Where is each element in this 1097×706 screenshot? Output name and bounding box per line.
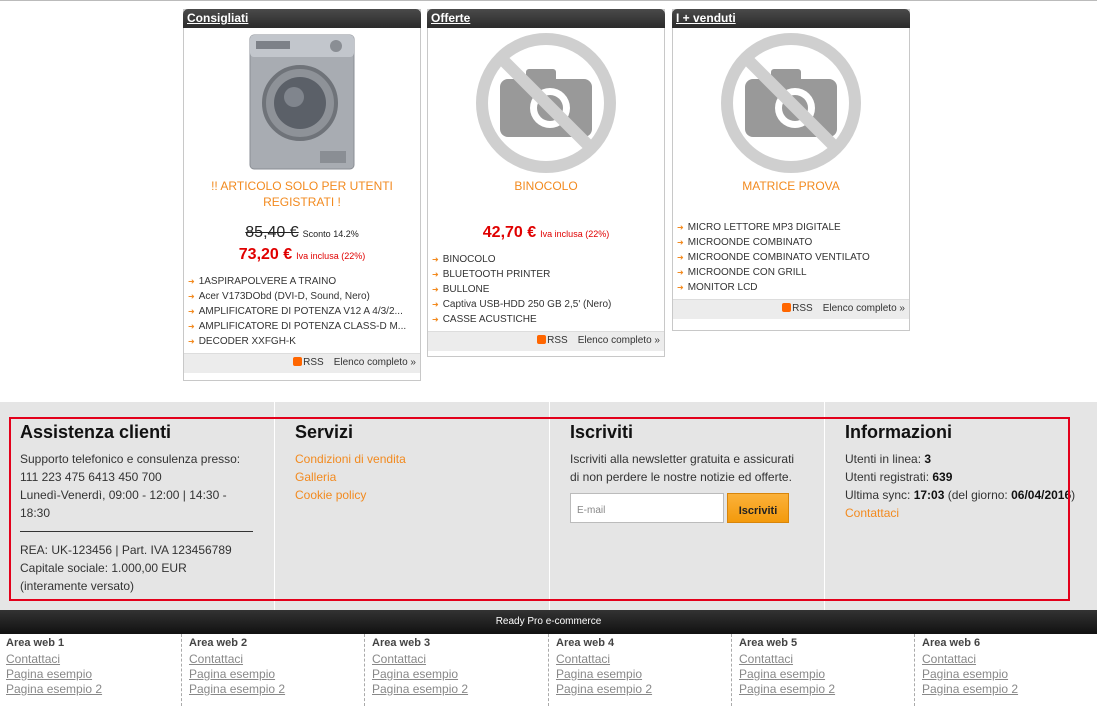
- footer-bar: Ready Pro e-commerce: [0, 610, 1097, 634]
- list-item[interactable]: AMPLIFICATORE DI POTENZA CLASS-D M...: [188, 319, 420, 334]
- discount-label: Sconto 14.2%: [302, 229, 359, 239]
- area-web-4: Area web 4 Contattaci Pagina esempio Pag…: [550, 634, 730, 706]
- area-title: Area web 5: [739, 637, 798, 649]
- old-price: 85,40 €: [245, 224, 299, 241]
- price-row: 73,20 € Iva inclusa (22%): [184, 246, 420, 264]
- area-divider: [181, 634, 182, 706]
- area-link[interactable]: Contattaci: [0, 652, 180, 667]
- product-name[interactable]: BINOCOLO: [428, 178, 664, 194]
- box-offerte: Offerte BINOCOLO 42,70 € Iva inclusa (22%…: [427, 9, 665, 357]
- product-list: MICRO LETTORE MP3 DIGITALE MICROONDE COM…: [677, 220, 909, 295]
- area-web-1: Area web 1 Contattaci Pagina esempio Pag…: [0, 634, 180, 706]
- box-title-link[interactable]: Consigliati: [187, 11, 248, 25]
- list-item[interactable]: CASSE ACUSTICHE: [432, 312, 664, 327]
- box-header: Offerte: [427, 9, 665, 28]
- list-item[interactable]: BULLONE: [432, 282, 664, 297]
- area-title: Area web 2: [189, 637, 248, 649]
- full-list-link[interactable]: Elenco completo »: [578, 335, 660, 346]
- area-web-3: Area web 3 Contattaci Pagina esempio Pag…: [366, 634, 546, 706]
- box-piu-venduti: I + venduti MATRICE PROVA MICRO LETTORE …: [672, 9, 910, 331]
- box-header: I + venduti: [672, 9, 910, 28]
- area-link[interactable]: Contattaci: [733, 652, 913, 667]
- area-link[interactable]: Pagina esempio 2: [733, 682, 913, 697]
- box-footer: RSS Elenco completo »: [428, 331, 664, 351]
- no-image-icon[interactable]: [428, 28, 664, 178]
- vat-label: Iva inclusa (22%): [540, 229, 610, 239]
- area-link[interactable]: Pagina esempio: [0, 667, 180, 682]
- product-list: BINOCOLO BLUETOOTH PRINTER BULLONE Capti…: [432, 252, 664, 327]
- area-divider: [914, 634, 915, 706]
- area-link[interactable]: Pagina esempio 2: [366, 682, 546, 697]
- box-title-link[interactable]: Offerte: [431, 11, 470, 25]
- area-link[interactable]: Pagina esempio 2: [0, 682, 180, 697]
- list-item[interactable]: 1ASPIRAPOLVERE A TRAINO: [188, 274, 420, 289]
- product-list: 1ASPIRAPOLVERE A TRAINO Acer V173DObd (D…: [188, 274, 420, 349]
- area-link[interactable]: Pagina esempio 2: [550, 682, 730, 697]
- area-title: Area web 4: [556, 637, 615, 649]
- box-consigliati: Consigliati !! ARTICOLO SOLO PER UTENTI …: [183, 9, 421, 381]
- list-item[interactable]: MONITOR LCD: [677, 280, 909, 295]
- rss-icon[interactable]: [293, 357, 303, 366]
- area-link[interactable]: Pagina esempio: [916, 667, 1096, 682]
- area-web-6: Area web 6 Contattaci Pagina esempio Pag…: [916, 634, 1096, 706]
- no-image-icon[interactable]: [673, 28, 909, 178]
- list-item[interactable]: BLUETOOTH PRINTER: [432, 267, 664, 282]
- list-item[interactable]: MICROONDE CON GRILL: [677, 265, 909, 280]
- area-link[interactable]: Pagina esempio: [366, 667, 546, 682]
- list-item[interactable]: AMPLIFICATORE DI POTENZA V12 A 4/3/2...: [188, 304, 420, 319]
- box-title-link[interactable]: I + venduti: [676, 11, 736, 25]
- top-divider: [0, 0, 1097, 1]
- list-item[interactable]: MICRO LETTORE MP3 DIGITALE: [677, 220, 909, 235]
- product-name[interactable]: !! ARTICOLO SOLO PER UTENTI REGISTRATI !: [184, 178, 420, 210]
- area-link[interactable]: Pagina esempio 2: [183, 682, 363, 697]
- rss-link[interactable]: RSS: [792, 303, 813, 314]
- old-price-row: 85,40 € Sconto 14.2%: [184, 224, 420, 242]
- list-item[interactable]: MICROONDE COMBINATO: [677, 235, 909, 250]
- area-link[interactable]: Contattaci: [183, 652, 363, 667]
- list-item[interactable]: Acer V173DObd (DVI-D, Sound, Nero): [188, 289, 420, 304]
- vat-label: Iva inclusa (22%): [296, 251, 366, 261]
- box-header: Consigliati: [183, 9, 421, 28]
- area-divider: [364, 634, 365, 706]
- rss-icon[interactable]: [537, 335, 547, 344]
- area-link[interactable]: Pagina esempio: [733, 667, 913, 682]
- area-link[interactable]: Contattaci: [366, 652, 546, 667]
- area-web-5: Area web 5 Contattaci Pagina esempio Pag…: [733, 634, 913, 706]
- full-list-link[interactable]: Elenco completo »: [823, 303, 905, 314]
- price-row: 42,70 € Iva inclusa (22%): [428, 224, 664, 242]
- price: 42,70 €: [482, 224, 537, 241]
- area-link[interactable]: Contattaci: [916, 652, 1096, 667]
- last-sync-end: ): [1071, 488, 1076, 502]
- area-divider: [731, 634, 732, 706]
- list-item[interactable]: Captiva USB-HDD 250 GB 2,5' (Nero): [432, 297, 664, 312]
- rss-link[interactable]: RSS: [303, 357, 324, 368]
- area-divider: [548, 634, 549, 706]
- list-item[interactable]: MICROONDE COMBINATO VENTILATO: [677, 250, 909, 265]
- area-link[interactable]: Pagina esempio: [550, 667, 730, 682]
- area-link[interactable]: Pagina esempio: [183, 667, 363, 682]
- price: 73,20 €: [238, 246, 293, 263]
- full-list-link[interactable]: Elenco completo »: [334, 357, 416, 368]
- highlight-frame: [9, 417, 1070, 601]
- rss-link[interactable]: RSS: [547, 335, 568, 346]
- area-title: Area web 3: [372, 637, 431, 649]
- area-web-2: Area web 2 Contattaci Pagina esempio Pag…: [183, 634, 363, 706]
- list-item[interactable]: DECODER XXFGH-K: [188, 334, 420, 349]
- area-link[interactable]: Pagina esempio 2: [916, 682, 1096, 697]
- area-title: Area web 1: [6, 637, 65, 649]
- box-footer: RSS Elenco completo »: [673, 299, 909, 319]
- box-footer: RSS Elenco completo »: [184, 353, 420, 373]
- product-image-washing-machine[interactable]: [184, 28, 420, 178]
- rss-icon[interactable]: [782, 303, 792, 312]
- list-item[interactable]: BINOCOLO: [432, 252, 664, 267]
- area-title: Area web 6: [922, 637, 981, 649]
- area-link[interactable]: Contattaci: [550, 652, 730, 667]
- product-name[interactable]: MATRICE PROVA: [673, 178, 909, 194]
